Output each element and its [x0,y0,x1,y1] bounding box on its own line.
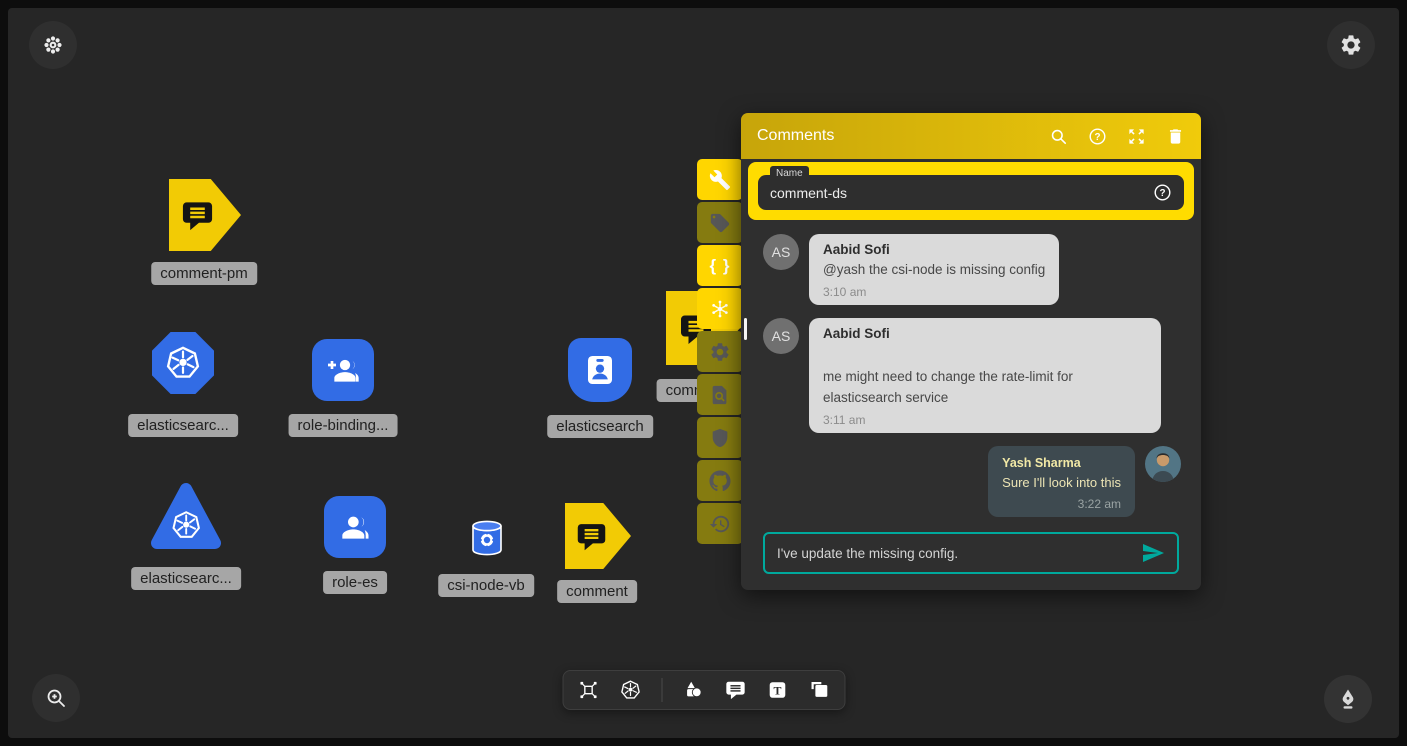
hub-icon [709,298,731,320]
toolbar-hub-button[interactable] [697,288,743,329]
zoom-in-icon [44,686,68,710]
message-row: Yash Sharma Sure I'll look into this 3:2… [763,446,1181,518]
message-text: Sure I'll look into this [1002,473,1121,493]
text-tool-icon[interactable]: T [766,679,788,701]
avatar-photo [1145,446,1181,482]
settings-button[interactable] [1327,21,1375,69]
name-help-button[interactable]: ? [1153,183,1172,202]
pen-nib-icon [1336,687,1360,711]
message-bubble: Yash Sharma Sure I'll look into this 3:2… [988,446,1135,518]
svg-text:?: ? [1159,188,1165,199]
svg-text:T: T [773,683,781,697]
braces-icon: { } [710,256,731,276]
avatar: AS [763,234,799,270]
message-time: 3:10 am [823,285,1045,299]
fullscreen-icon[interactable] [1127,127,1146,146]
comment-tool-icon[interactable] [724,679,746,701]
app-logo-button[interactable] [29,21,77,69]
name-field-section: Name ? [748,162,1194,220]
toolbar-shield-button[interactable] [697,417,743,458]
node-elasticsearch-triangle[interactable] [147,479,225,555]
message-author: Yash Sharma [1002,456,1121,470]
comments-panel-header[interactable]: Comments ? [741,113,1201,159]
message-time: 3:11 am [823,413,1147,427]
gear-icon [709,341,731,363]
send-icon[interactable] [1141,541,1165,565]
toolbar-wrench-button[interactable] [697,159,743,200]
storage-cylinder-icon [470,518,504,558]
service-account-badge-icon [580,350,620,390]
node-role-binding[interactable] [312,339,374,401]
doc-search-icon [709,384,731,406]
node-csi-node-vb[interactable] [470,518,504,558]
message-author: Aabid Sofi [823,326,1147,341]
node-action-toolbar: { } [697,159,743,546]
user-photo [1145,446,1181,482]
tag-icon [709,212,731,234]
shapes-icon[interactable] [682,679,704,701]
zoom-in-button[interactable] [32,674,80,722]
gear-icon [1339,33,1363,57]
toolbar-doc-search-button[interactable] [697,374,743,415]
trash-icon[interactable] [1166,127,1185,146]
comments-panel: Comments ? Name ? [741,113,1201,590]
node-label: elasticsearch [547,415,653,438]
flower-gear-icon [41,33,65,57]
people-icon [335,507,375,547]
message-input[interactable] [777,546,1131,561]
toolbar-tag-button[interactable] [697,202,743,243]
message-time: 3:22 am [1002,497,1121,511]
message-row: AS Aabid Sofi @yash the csi-node is miss… [763,234,1181,305]
search-icon[interactable] [1049,127,1068,146]
message-bubble: Aabid Sofi @yash the csi-node is missing… [809,234,1059,305]
help-icon[interactable]: ? [1088,127,1107,146]
comment-shape-icon [575,520,608,553]
toolbar-braces-button[interactable]: { } [697,245,743,286]
toolbar-gear-button[interactable] [697,331,743,372]
sticky-note-icon[interactable] [808,679,830,701]
avatar: AS [763,318,799,354]
history-icon [709,513,731,535]
github-icon [709,470,731,492]
kubernetes-icon[interactable] [619,679,641,701]
toolbar-history-button[interactable] [697,503,743,544]
node-role-es[interactable] [324,496,386,558]
node-label: csi-node-vb [438,574,534,597]
node-label: role-es [323,571,387,594]
node-label: comment [557,580,637,603]
relationship-graph-icon[interactable] [577,679,599,701]
kubernetes-icon [164,344,202,382]
pen-tool-button[interactable] [1324,675,1372,723]
message-row: AS Aabid Sofi me might need to change th… [763,318,1181,433]
node-label: comment-pm [151,262,257,285]
node-label: role-binding... [289,414,398,437]
node-label: elasticsearc... [131,567,241,590]
toolbar-divider [661,678,662,702]
message-text: me might need to change the rate-limit f… [823,367,1147,408]
group-add-icon [323,350,363,390]
shield-icon [709,427,731,449]
help-icon: ? [1153,183,1172,202]
svg-text:?: ? [1094,131,1100,142]
toolbar-github-button[interactable] [697,460,743,501]
panel-scrollbar-thumb[interactable] [744,318,747,340]
message-list[interactable]: AS Aabid Sofi @yash the csi-node is miss… [741,220,1201,528]
name-input[interactable] [770,185,1153,201]
name-field-label: Name [770,166,809,181]
message-composer[interactable] [763,532,1179,574]
node-label: elasticsearc... [128,414,238,437]
composer-row [741,528,1201,590]
message-bubble: Aabid Sofi me might need to change the r… [809,318,1161,433]
k8s-triangle-icon [147,479,225,555]
message-author: Aabid Sofi [823,242,1045,257]
node-elasticsearch-badge[interactable] [568,338,632,402]
wrench-icon [709,169,731,191]
panel-title: Comments [757,127,834,145]
message-text: @yash the csi-node is missing config [823,260,1045,280]
comment-shape-icon [180,198,215,233]
canvas-tools-toolbar: T [562,670,845,710]
